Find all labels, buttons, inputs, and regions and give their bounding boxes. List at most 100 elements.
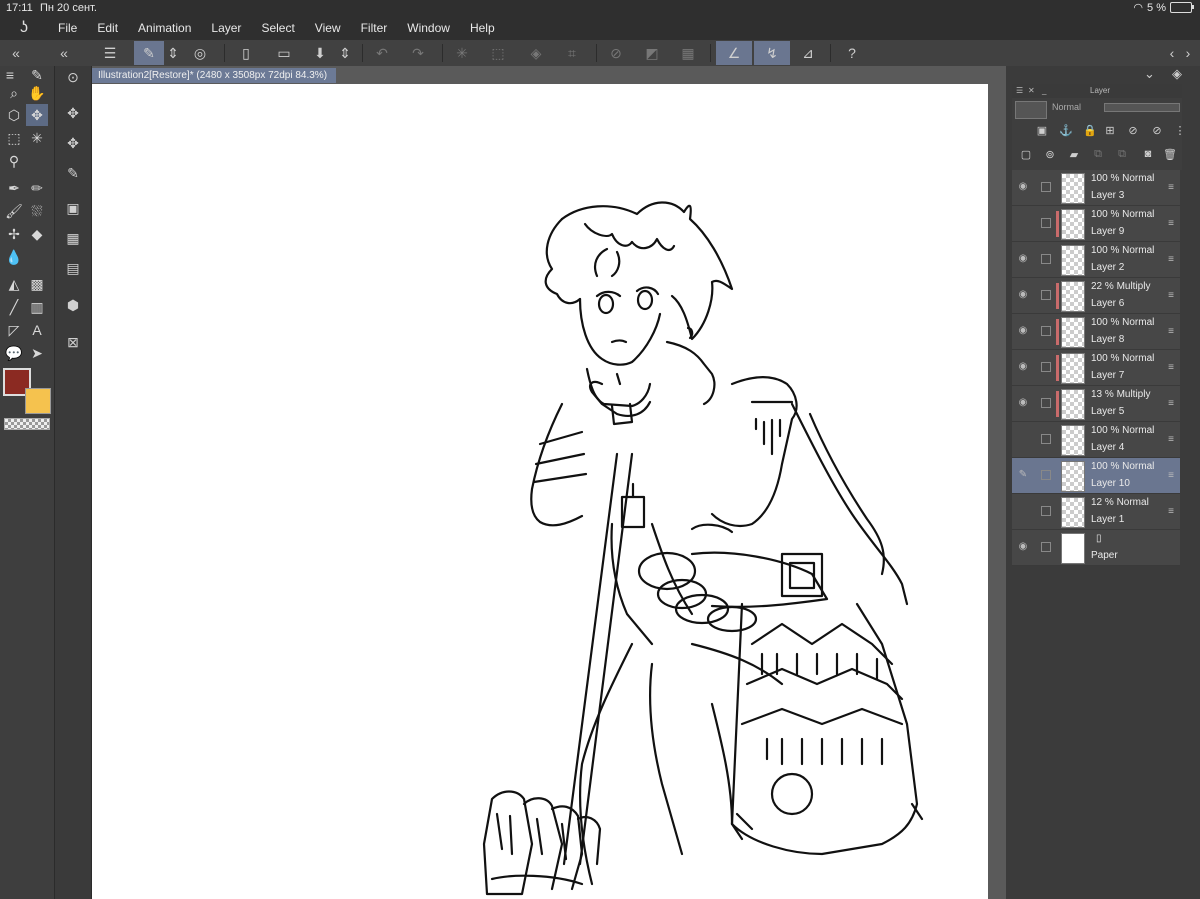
menu-animation[interactable]: Animation bbox=[128, 21, 201, 35]
companion-icon[interactable]: ◎ bbox=[188, 41, 212, 65]
layer-drag-handle-icon[interactable]: ≡ bbox=[1168, 326, 1174, 337]
visibility-eye-icon[interactable] bbox=[1017, 433, 1029, 445]
eyedropper-icon[interactable]: ⚲ bbox=[3, 150, 25, 172]
menu-window[interactable]: Window bbox=[397, 21, 460, 35]
snap-ruler-icon[interactable]: ∠ bbox=[716, 41, 752, 65]
balloon-tool-icon[interactable]: 💬 bbox=[3, 342, 25, 364]
layer-drag-handle-icon[interactable]: ≡ bbox=[1168, 290, 1174, 301]
redo-icon[interactable]: ↷ bbox=[406, 41, 430, 65]
visibility-eye-icon[interactable]: ◉ bbox=[1017, 397, 1029, 409]
edit-mode-icon[interactable]: ✎ bbox=[134, 41, 164, 65]
layer-select-checkbox[interactable] bbox=[1041, 506, 1051, 516]
new-raster-layer-icon[interactable]: ▢ bbox=[1018, 146, 1034, 162]
layer-color-dropdown[interactable] bbox=[1015, 101, 1047, 119]
mask-enable-icon[interactable]: ⊘ bbox=[1122, 122, 1144, 138]
3d-material-icon[interactable]: ⬢ bbox=[62, 294, 84, 316]
open-folder-icon[interactable]: ▭ bbox=[272, 41, 296, 65]
select-transform-icon[interactable]: ⬚ bbox=[486, 41, 510, 65]
layer-select-checkbox[interactable] bbox=[1041, 470, 1051, 480]
sub-color-swatch[interactable] bbox=[25, 388, 51, 414]
layer-row[interactable]: ◉ 13 % Multiply Layer 5 ≡ bbox=[1012, 386, 1180, 422]
minimize-panel-icon[interactable]: _ bbox=[1042, 84, 1046, 98]
eraser-tool-icon[interactable]: ◆ bbox=[26, 223, 48, 245]
reference-layer-icon[interactable]: ⚓ bbox=[1058, 122, 1074, 138]
pencil-tool-icon[interactable]: ✏ bbox=[26, 177, 48, 199]
layer-row[interactable]: 12 % Normal Layer 1 ≡ bbox=[1012, 494, 1180, 530]
visibility-eye-icon[interactable] bbox=[1017, 505, 1029, 517]
adjust-line-width-icon[interactable]: ✎ bbox=[62, 162, 84, 184]
clip-layer-icon[interactable]: ▣ bbox=[1034, 122, 1050, 138]
merge-down-icon[interactable]: ⧉ bbox=[1114, 146, 1130, 162]
layer-drag-handle-icon[interactable]: ≡ bbox=[1168, 218, 1174, 229]
navigator-icon[interactable]: ▦ bbox=[62, 227, 84, 249]
show-selection-icon[interactable]: ▦ bbox=[676, 41, 700, 65]
layer-select-checkbox[interactable] bbox=[1041, 218, 1051, 228]
visibility-eye-icon[interactable]: ◉ bbox=[1017, 361, 1029, 373]
fill-tool-icon[interactable]: ◭ bbox=[3, 273, 25, 295]
hand-tool-icon[interactable]: ✋ bbox=[26, 82, 48, 104]
magic-wand-icon[interactable]: ✳ bbox=[26, 127, 48, 149]
snap-special-ruler-icon[interactable]: ↯ bbox=[754, 41, 790, 65]
edit-pen-icon[interactable]: ✎ bbox=[1017, 469, 1029, 481]
move-tool-icon[interactable]: ✥ bbox=[26, 104, 48, 126]
airbrush-tool-icon[interactable]: ⛆ bbox=[26, 200, 48, 222]
layer-select-checkbox[interactable] bbox=[1041, 326, 1051, 336]
layer-row[interactable]: ◉ 100 % Normal Layer 2 ≡ bbox=[1012, 242, 1180, 278]
menu-filter[interactable]: Filter bbox=[351, 21, 398, 35]
panel-collapse-right-icon[interactable]: › bbox=[1176, 41, 1200, 65]
fill-icon[interactable]: ◈ bbox=[524, 41, 548, 65]
layer-drag-handle-icon[interactable]: ≡ bbox=[1168, 470, 1174, 481]
visibility-eye-icon[interactable]: ◉ bbox=[1017, 289, 1029, 301]
delete-layer-icon[interactable]: 🗑 bbox=[1162, 146, 1178, 162]
move-layer-icon[interactable]: ✥ bbox=[62, 102, 84, 124]
layer-select-checkbox[interactable] bbox=[1041, 254, 1051, 264]
layer-select-checkbox[interactable] bbox=[1041, 398, 1051, 408]
layer-row[interactable]: ◉ 100 % Normal Layer 3 ≡ bbox=[1012, 170, 1180, 206]
blend-mode-select[interactable]: Normal bbox=[1052, 102, 1081, 112]
pen-tool-icon[interactable]: ✒ bbox=[3, 177, 25, 199]
save-icon[interactable]: ⬇ bbox=[308, 41, 332, 65]
correct-line-icon[interactable]: ➤ bbox=[26, 342, 48, 364]
transparent-color-swatch[interactable] bbox=[4, 418, 50, 430]
ruler-tool-icon[interactable]: ◸ bbox=[3, 319, 25, 341]
canvas-paper[interactable] bbox=[92, 84, 988, 899]
new-folder-icon[interactable]: ▰ bbox=[1066, 146, 1082, 162]
text-tool-icon[interactable]: A bbox=[26, 319, 48, 341]
visibility-eye-icon[interactable]: ◉ bbox=[1017, 253, 1029, 265]
visibility-eye-icon[interactable]: ◉ bbox=[1017, 181, 1029, 193]
menu-help[interactable]: Help bbox=[460, 21, 505, 35]
brush-tool-icon[interactable]: 🖌 bbox=[3, 200, 25, 222]
snap-grid-icon[interactable]: ⊿ bbox=[796, 41, 820, 65]
layer-select-checkbox[interactable] bbox=[1041, 434, 1051, 444]
close-panel-icon[interactable]: ✕ bbox=[1028, 84, 1035, 98]
collapse-dock-icon[interactable]: ⌄ bbox=[1144, 66, 1155, 82]
mode-switch-icon[interactable]: ⇕ bbox=[164, 41, 182, 65]
help-icon[interactable]: ? bbox=[840, 41, 864, 65]
visibility-eye-icon[interactable] bbox=[1017, 217, 1029, 229]
layer-row[interactable]: ✎ 100 % Normal Layer 10 ≡ bbox=[1012, 458, 1180, 494]
move-tone-icon[interactable]: ✥ bbox=[62, 132, 84, 154]
layer-row[interactable]: ◉ 100 % Normal Layer 8 ≡ bbox=[1012, 314, 1180, 350]
visibility-eye-icon[interactable]: ◉ bbox=[1017, 325, 1029, 337]
layer-row[interactable]: 100 % Normal Layer 9 ≡ bbox=[1012, 206, 1180, 242]
collapse-left-2-icon[interactable]: « bbox=[52, 41, 76, 65]
blend-tool-icon[interactable]: 💧 bbox=[3, 246, 25, 268]
menu-layer[interactable]: Layer bbox=[201, 21, 251, 35]
zoom-tool-icon[interactable]: ⌕ bbox=[3, 82, 25, 104]
layer-stack-icon[interactable]: ◈ bbox=[1172, 66, 1182, 82]
menu-edit[interactable]: Edit bbox=[87, 21, 128, 35]
layer-mask-icon[interactable]: ◙ bbox=[1140, 146, 1156, 162]
animation-icon[interactable]: ▤ bbox=[62, 257, 84, 279]
visibility-eye-icon[interactable]: ◉ bbox=[1017, 541, 1029, 553]
lock-transparency-icon[interactable]: ⊞ bbox=[1102, 122, 1118, 138]
image-material-icon[interactable]: ⊠ bbox=[62, 331, 84, 353]
menu-file[interactable]: File bbox=[48, 21, 87, 35]
lock-layer-icon[interactable]: 🔒 bbox=[1082, 122, 1098, 138]
figure-tool-icon[interactable]: ╱ bbox=[3, 296, 25, 318]
layer-drag-handle-icon[interactable]: ≡ bbox=[1168, 362, 1174, 373]
layer-row[interactable]: ◉ ▯ Paper bbox=[1012, 530, 1180, 566]
layer-property-icon[interactable]: ▣ bbox=[62, 197, 84, 219]
new-file-icon[interactable]: ▯ bbox=[234, 41, 258, 65]
invert-selection-icon[interactable]: ◩ bbox=[640, 41, 664, 65]
more-icon[interactable]: ⋮ bbox=[1172, 122, 1188, 138]
